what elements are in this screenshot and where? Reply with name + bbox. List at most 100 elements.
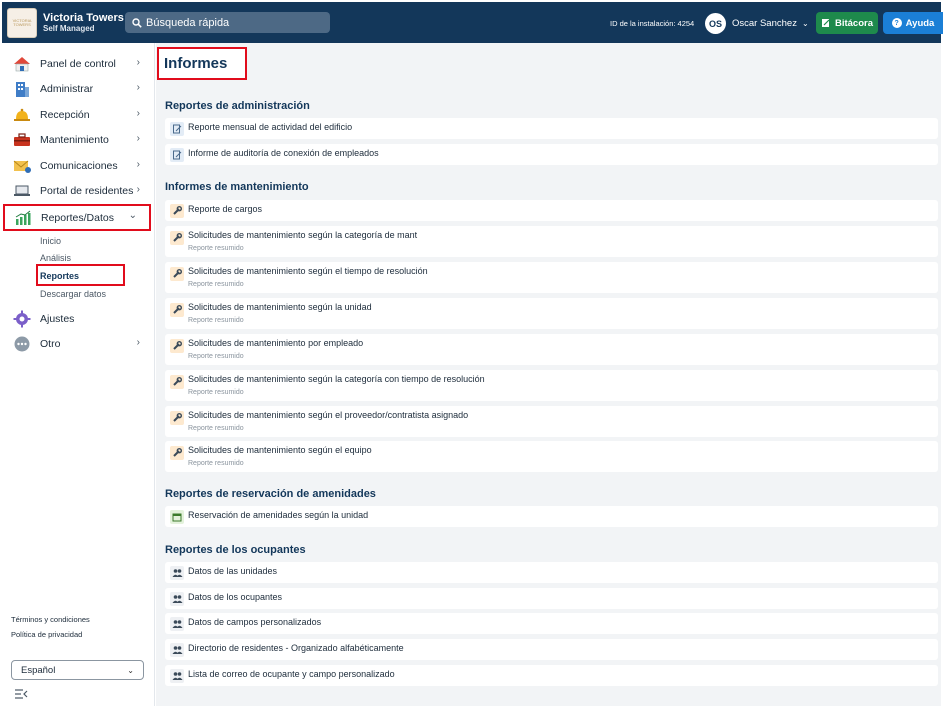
section-title-mantenimiento: Informes de mantenimiento — [165, 181, 309, 193]
house-icon — [12, 55, 32, 73]
report-sublabel: Reporte resumido — [188, 460, 244, 467]
report-sublabel: Reporte resumido — [188, 281, 244, 288]
report-label: Solicitudes de mantenimiento según la ca… — [188, 374, 485, 384]
section-title-ocupantes: Reportes de los ocupantes — [165, 544, 306, 556]
wrench-icon — [170, 204, 184, 218]
subnav-reportes[interactable]: Reportes — [40, 271, 79, 281]
report-label: Solicitudes de mantenimiento según la un… — [188, 302, 372, 312]
sidebar-item-label: Ajustes — [40, 313, 75, 325]
chevron-right-icon: › — [136, 159, 140, 170]
chevron-right-icon: › — [136, 133, 140, 144]
sidebar-item-comunicaciones[interactable]: Comunicaciones › — [2, 155, 152, 177]
report-row[interactable]: Solicitudes de mantenimiento según el ti… — [165, 262, 938, 293]
wrench-icon — [170, 375, 184, 389]
report-row[interactable]: Solicitudes de mantenimiento según la un… — [165, 298, 938, 329]
language-value: Español — [21, 664, 56, 676]
language-select[interactable]: Español ⌄ — [11, 660, 144, 680]
wrench-icon — [170, 339, 184, 353]
sidebar-item-reportes-datos[interactable]: Reportes/Datos ⌄ — [3, 204, 151, 231]
subnav-descargar-datos[interactable]: Descargar datos — [40, 289, 106, 299]
sidebar-item-portal-de-residentes[interactable]: Portal de residentes › — [2, 180, 152, 202]
installation-id: ID de la instalación: 4254 — [610, 19, 695, 28]
sidebar-item-panel-de-control[interactable]: Panel de control › — [2, 53, 152, 75]
question-icon: ? — [891, 18, 902, 28]
report-label: Reporte de cargos — [188, 204, 263, 214]
sidebar-item-label: Administrar — [40, 83, 94, 95]
report-sublabel: Reporte resumido — [188, 425, 244, 432]
sidebar-item-ajustes[interactable]: Ajustes — [2, 308, 152, 330]
report-row[interactable]: Solicitudes de mantenimiento según el eq… — [165, 441, 938, 472]
users-icon — [170, 669, 184, 683]
report-row[interactable]: Datos de campos personalizados — [165, 613, 938, 634]
report-row[interactable]: Solicitudes de mantenimiento según el pr… — [165, 406, 938, 437]
users-icon — [170, 617, 184, 631]
privacy-link[interactable]: Política de privacidad — [11, 630, 82, 639]
report-label: Solicitudes de mantenimiento por emplead… — [188, 338, 364, 348]
chevron-down-icon: ⌄ — [127, 666, 134, 675]
report-label: Solicitudes de mantenimiento según el ti… — [188, 266, 428, 276]
subnav-analisis[interactable]: Análisis — [40, 253, 71, 263]
laptop-icon — [12, 182, 32, 200]
wrench-icon — [170, 446, 184, 460]
toolbox-icon — [12, 131, 32, 149]
report-sublabel: Reporte resumido — [188, 317, 244, 324]
report-label: Datos de campos personalizados — [188, 617, 322, 627]
report-row[interactable]: Reporte de cargos — [165, 200, 938, 221]
subnav-inicio[interactable]: Inicio — [40, 236, 61, 246]
report-row[interactable]: Solicitudes de mantenimiento según la ca… — [165, 370, 938, 401]
bitacora-label: Bitácora — [834, 17, 873, 29]
sidebar-item-label: Reportes/Datos — [41, 211, 114, 224]
calendar-icon — [170, 510, 184, 524]
chart-icon — [13, 209, 33, 227]
building-logo[interactable]: VICTORIA TOWERS — [7, 7, 37, 38]
report-label: Solicitudes de mantenimiento según la ca… — [188, 230, 418, 240]
report-label: Informe de auditoría de conexión de empl… — [188, 148, 379, 158]
section-title-amenidades: Reportes de reservación de amenidades — [165, 488, 376, 500]
building-name: Victoria Towers — [43, 11, 124, 24]
quick-search[interactable] — [125, 12, 330, 33]
report-row[interactable]: Reporte mensual de actividad del edifici… — [165, 118, 938, 139]
sidebar: Panel de control › Administrar › Recepci… — [2, 43, 155, 706]
chevron-right-icon: › — [136, 184, 140, 195]
report-label: Reservación de amenidades según la unida… — [188, 510, 369, 520]
help-button[interactable]: ? Ayuda — [883, 12, 943, 34]
gear-icon — [12, 310, 32, 328]
sidebar-item-administrar[interactable]: Administrar › — [2, 78, 152, 100]
report-row[interactable]: Informe de auditoría de conexión de empl… — [165, 144, 938, 165]
document-edit-icon — [170, 122, 184, 136]
sidebar-item-mantenimiento[interactable]: Mantenimiento › — [2, 129, 152, 151]
chevron-right-icon: › — [136, 57, 140, 68]
wrench-icon — [170, 411, 184, 425]
report-row[interactable]: Datos de los ocupantes — [165, 588, 938, 609]
section-title-administracion: Reportes de administración — [165, 100, 310, 112]
sidebar-item-otro[interactable]: Otro › — [2, 333, 152, 355]
sidebar-item-label: Comunicaciones — [40, 160, 118, 172]
building-plan: Self Managed — [43, 24, 95, 34]
chevron-right-icon: › — [136, 108, 140, 119]
collapse-menu-icon[interactable] — [14, 688, 28, 700]
report-label: Datos de las unidades — [188, 566, 278, 576]
report-row[interactable]: Lista de correo de ocupante y campo pers… — [165, 665, 938, 686]
report-row[interactable]: Reservación de amenidades según la unida… — [165, 506, 938, 527]
search-icon — [132, 17, 142, 28]
report-label: Directorio de residentes - Organizado al… — [188, 643, 404, 653]
user-menu[interactable]: OS Oscar Sanchez ⌄ — [705, 13, 809, 34]
wrench-icon — [170, 231, 184, 245]
sidebar-item-label: Panel de control — [40, 58, 116, 70]
chevron-down-icon: ⌄ — [128, 210, 137, 221]
report-row[interactable]: Solicitudes de mantenimiento por emplead… — [165, 334, 938, 365]
report-row[interactable]: Datos de las unidades — [165, 562, 938, 583]
report-row[interactable]: Directorio de residentes - Organizado al… — [165, 639, 938, 660]
report-row[interactable]: Solicitudes de mantenimiento según la ca… — [165, 226, 938, 257]
bitacora-button[interactable]: Bitácora — [816, 12, 878, 34]
brand: Victoria Towers Self Managed — [43, 12, 124, 34]
sidebar-item-recepcion[interactable]: Recepción › — [2, 104, 152, 126]
page-title: Informes — [164, 55, 228, 72]
mail-icon — [12, 157, 32, 175]
more-icon — [12, 335, 32, 353]
terms-link[interactable]: Términos y condiciones — [11, 615, 90, 624]
search-input[interactable] — [146, 16, 326, 29]
pencil-note-icon — [821, 19, 830, 27]
users-icon — [170, 643, 184, 657]
report-label: Reporte mensual de actividad del edifici… — [188, 122, 353, 132]
